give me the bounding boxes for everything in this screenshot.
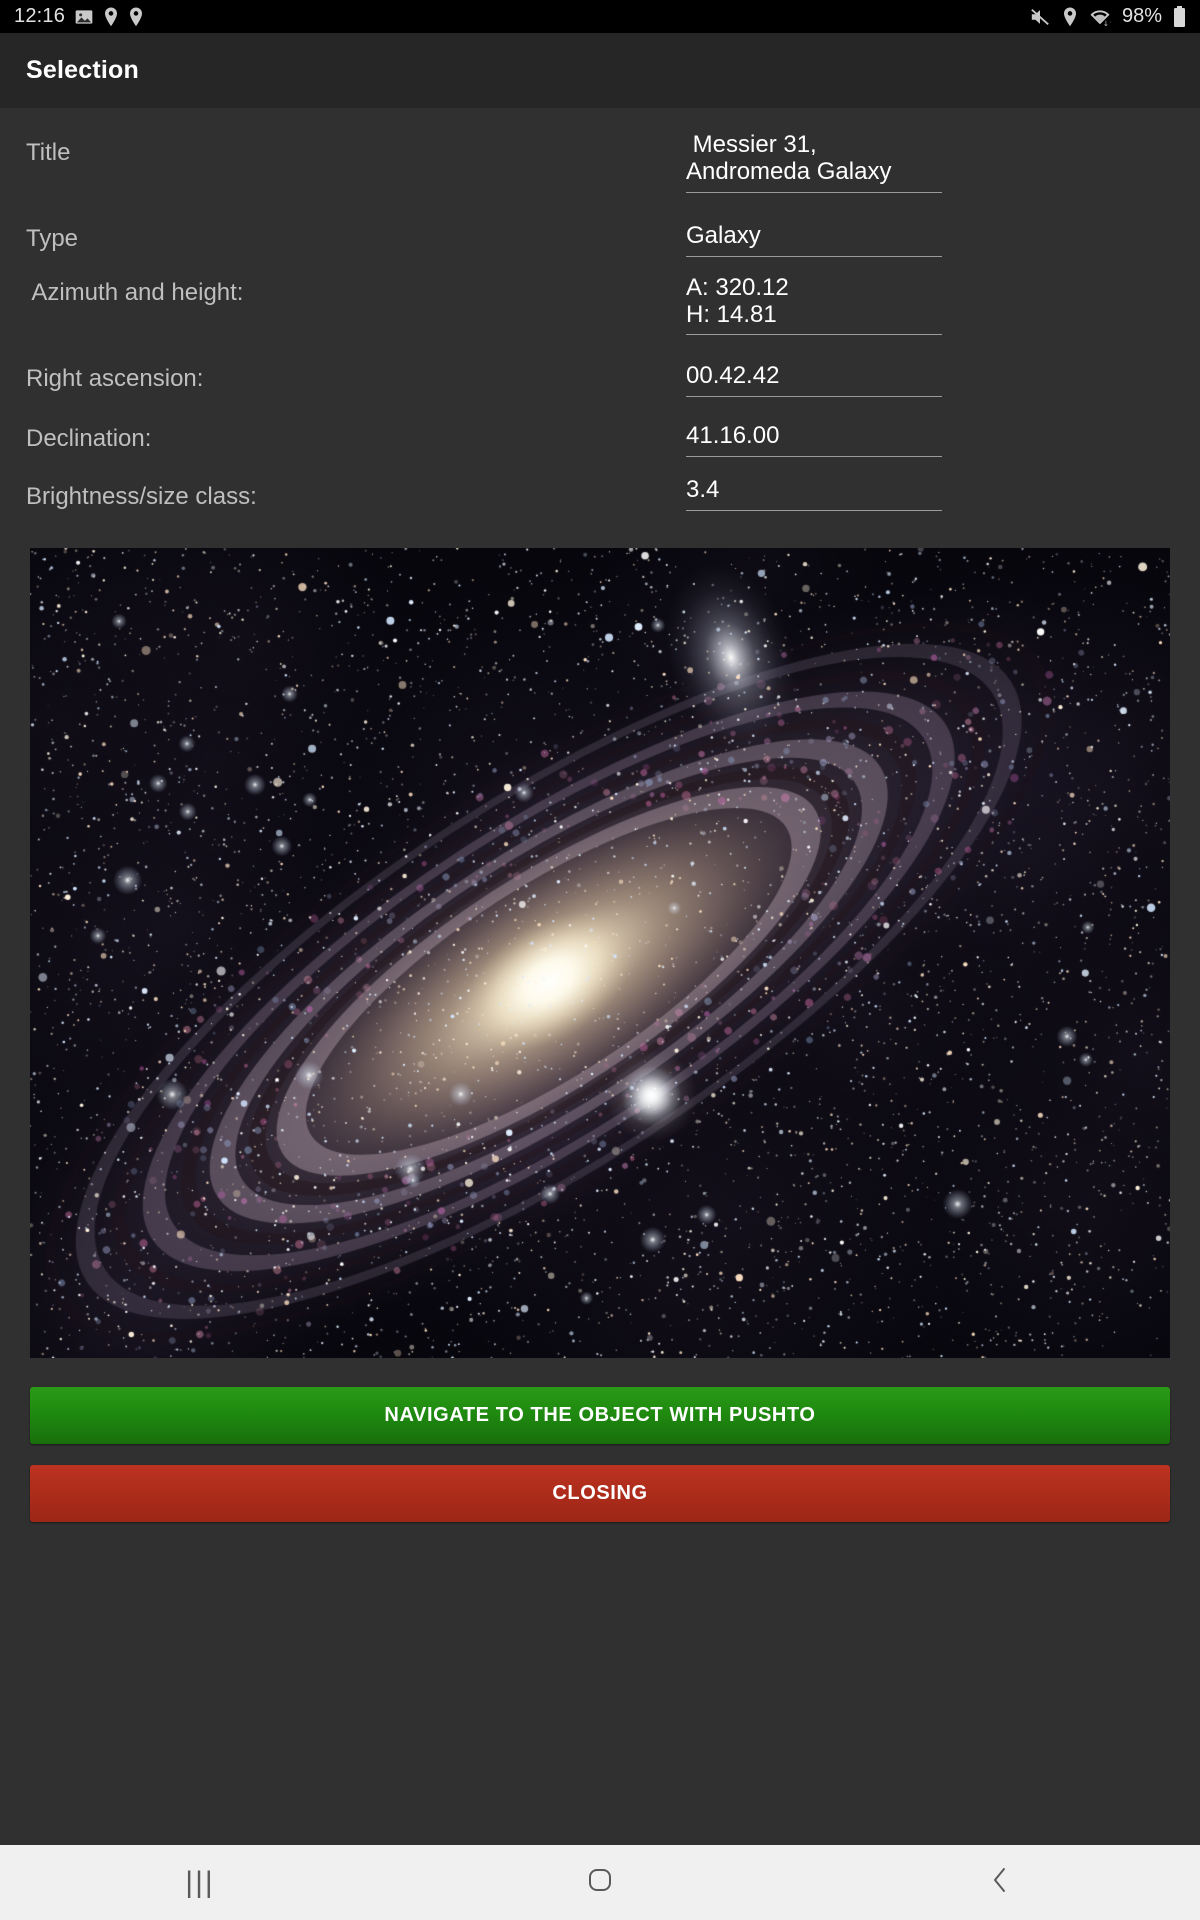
- recents-button[interactable]: |||: [0, 1845, 400, 1920]
- detail-row-right-ascension: Right ascension: 00.42.42: [0, 362, 1200, 398]
- detail-row-azimuth-height: Azimuth and height: A: 320.12 H: 14.81: [0, 273, 1200, 336]
- page-title: Selection: [26, 56, 139, 84]
- battery-percent: 98%: [1121, 5, 1162, 27]
- back-button[interactable]: [800, 1845, 1200, 1920]
- value-declination: 41.16.00: [686, 422, 780, 450]
- status-bar: 12:16 ↓↑ 98%: [0, 0, 1200, 33]
- detail-row-brightness: Brightness/size class: 3.4: [0, 476, 1200, 511]
- details-panel: Title Messier 31, Andromeda Galaxy Type …: [0, 131, 1200, 1522]
- status-time: 12:16: [14, 5, 66, 27]
- value-type: Galaxy: [686, 221, 761, 249]
- image-icon: [74, 7, 94, 27]
- value-field-type[interactable]: Galaxy: [686, 221, 942, 257]
- location-pin-icon: [103, 7, 119, 27]
- label-right-ascension: Right ascension:: [26, 365, 204, 393]
- value-field-azimuth-height[interactable]: A: 320.12 H: 14.81: [686, 273, 942, 336]
- system-navigation-bar: |||: [0, 1845, 1200, 1920]
- value-field-right-ascension[interactable]: 00.42.42: [686, 362, 942, 398]
- label-title: Title: [26, 139, 71, 166]
- value-title: Messier 31, Andromeda Galaxy: [686, 131, 892, 185]
- value-field-brightness[interactable]: 3.4: [686, 476, 942, 511]
- location-pin-icon-2: [128, 7, 144, 27]
- status-bar-left: 12:16: [14, 5, 144, 28]
- status-bar-right: ↓↑ 98%: [1029, 5, 1186, 28]
- value-field-title[interactable]: Messier 31, Andromeda Galaxy: [686, 131, 942, 193]
- back-icon: [987, 1865, 1013, 1900]
- andromeda-galaxy-photo: [30, 548, 1170, 1358]
- galaxy-image-canvas: [30, 548, 1170, 1358]
- label-azimuth-height: Azimuth and height:: [26, 278, 244, 306]
- value-brightness: 3.4: [686, 476, 720, 504]
- detail-row-title: Title Messier 31, Andromeda Galaxy: [0, 131, 1200, 193]
- label-type: Type: [26, 224, 79, 252]
- home-icon: [587, 1867, 613, 1898]
- detail-row-declination: Declination: 41.16.00: [0, 422, 1200, 458]
- value-right-ascension: 00.42.42: [686, 362, 780, 390]
- label-declination: Declination:: [26, 425, 152, 453]
- mute-icon: [1029, 7, 1051, 27]
- location-pin-icon-3: [1062, 7, 1078, 27]
- battery-icon: [1173, 6, 1186, 27]
- recents-icon: |||: [185, 1865, 215, 1899]
- app-bar: Selection: [0, 33, 1200, 108]
- value-field-declination[interactable]: 41.16.00: [686, 422, 942, 458]
- home-button[interactable]: [400, 1845, 800, 1920]
- label-brightness: Brightness/size class:: [26, 483, 257, 511]
- details-rows: Title Messier 31, Andromeda Galaxy Type …: [0, 131, 1200, 511]
- navigate-pushto-button[interactable]: NAVIGATE TO THE OBJECT WITH PUSHTO: [30, 1387, 1170, 1444]
- svg-text:↓↑: ↓↑: [1103, 19, 1111, 27]
- wifi-icon: ↓↑: [1089, 7, 1115, 28]
- value-azimuth-height: A: 320.12 H: 14.81: [686, 273, 789, 328]
- closing-button[interactable]: CLOSING: [30, 1465, 1170, 1522]
- detail-row-type: Type Galaxy: [0, 221, 1200, 257]
